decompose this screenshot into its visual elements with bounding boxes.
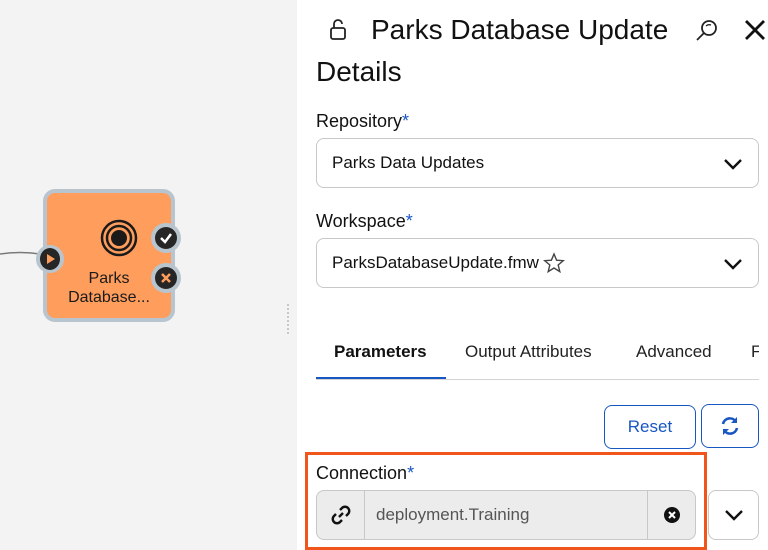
star-icon[interactable]: [542, 252, 565, 274]
tab-output-attributes[interactable]: Output Attributes: [465, 342, 592, 362]
clear-connection-button[interactable]: [647, 491, 695, 539]
repository-value: Parks Data Updates: [332, 153, 485, 172]
failure-output-port[interactable]: [151, 263, 181, 293]
lock-open-icon[interactable]: [327, 18, 349, 42]
workflow-canvas[interactable]: Parks Database...: [0, 0, 297, 550]
play-icon: [47, 254, 55, 264]
details-panel: Parks Database Update Details Repository…: [297, 0, 768, 550]
success-output-port[interactable]: [151, 223, 181, 253]
link-button[interactable]: [317, 491, 365, 539]
repository-label: Repository*: [316, 110, 409, 132]
connection-label: Connection*: [316, 462, 414, 484]
required-mark: *: [402, 111, 410, 131]
section-title: Details: [316, 56, 402, 87]
workspace-label: Workspace*: [316, 210, 413, 232]
workspace-select[interactable]: ParksDatabaseUpdate.fmw: [316, 238, 759, 288]
repository-select[interactable]: Parks Data Updates: [316, 138, 759, 188]
workspace-node[interactable]: Parks Database...: [36, 184, 200, 327]
check-icon: [160, 233, 172, 244]
link-icon: [331, 505, 350, 525]
node-body[interactable]: Parks Database...: [36, 189, 181, 322]
reset-button[interactable]: Reset: [604, 405, 696, 449]
workspace-value: ParksDatabaseUpdate.fmw: [332, 253, 539, 272]
x-icon: [161, 273, 171, 283]
connection-value: deployment.Training: [376, 505, 530, 524]
clear-icon: [663, 507, 680, 523]
connection-dropdown-button[interactable]: [708, 490, 759, 540]
connection-field[interactable]: deployment.Training: [316, 490, 696, 540]
tab-advanced[interactable]: Advanced: [636, 342, 712, 362]
node-label-line2: Database...: [68, 289, 150, 306]
chevron-down-icon: [724, 159, 742, 170]
panel-title: Parks Database Update: [371, 14, 669, 45]
panel-resize-handle[interactable]: [286, 302, 294, 342]
workspace-label-text: Workspace: [316, 211, 406, 231]
target-icon: [100, 219, 138, 257]
input-port[interactable]: [36, 245, 64, 273]
repository-label-text: Repository: [316, 111, 403, 131]
tab-bar: Parameters Output Attributes Advanced F: [316, 328, 759, 380]
required-mark: *: [407, 463, 415, 483]
chevron-down-icon: [724, 510, 743, 521]
active-tab-indicator: [316, 377, 446, 379]
chevron-down-icon: [724, 259, 742, 270]
tab-overflow[interactable]: F: [751, 342, 759, 362]
required-mark: *: [405, 211, 413, 231]
connection-wire: [0, 251, 40, 255]
tab-parameters[interactable]: Parameters: [334, 342, 427, 362]
search-icon[interactable]: [695, 18, 719, 42]
close-icon[interactable]: [743, 18, 767, 42]
refresh-button[interactable]: [701, 404, 759, 448]
refresh-icon: [721, 417, 739, 435]
connection-label-text: Connection: [316, 463, 408, 483]
